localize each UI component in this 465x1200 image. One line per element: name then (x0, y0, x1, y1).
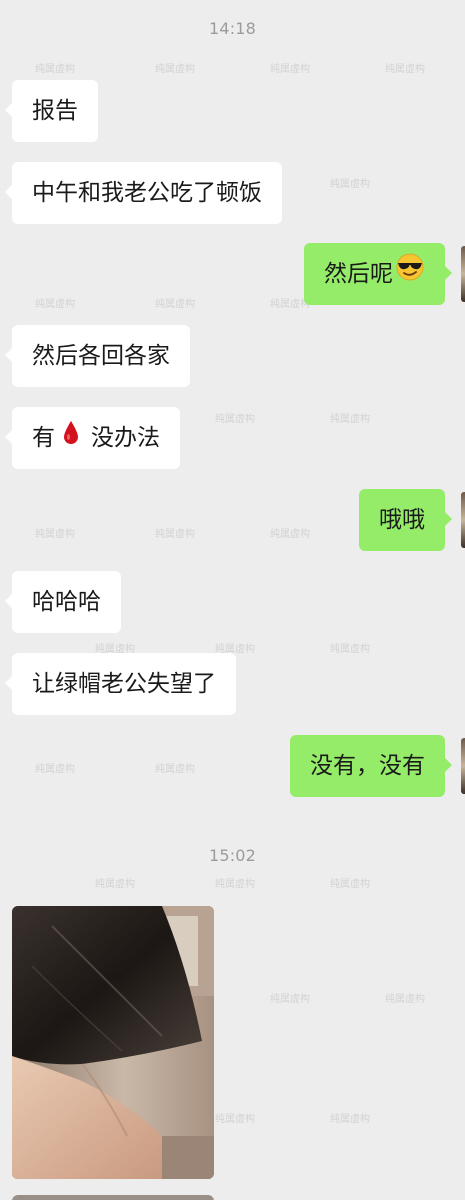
sunglasses-face-icon (395, 244, 425, 306)
message-incoming[interactable]: 有 没办法 (5, 407, 180, 470)
message-bubble[interactable]: 然后各回各家 (5, 325, 190, 387)
watermark: 纯属虚构 (35, 764, 75, 775)
message-text: 没有，没有 (310, 753, 425, 779)
message-text: 然后呢 (324, 261, 393, 287)
timestamp: 15:02 (208, 846, 257, 865)
blood-drop-icon (63, 408, 79, 470)
watermark: 纯属虚构 (330, 1114, 370, 1125)
watermark: 纯属虚构 (215, 879, 255, 890)
message-text: 报告 (32, 98, 78, 124)
avatar[interactable] (461, 738, 465, 794)
timestamp: 14:18 (208, 19, 257, 38)
message-bubble[interactable]: 然后呢 (304, 243, 452, 306)
message-text: 中午和我老公吃了顿饭 (32, 180, 262, 206)
watermark: 纯属虚构 (330, 414, 370, 425)
message-incoming[interactable]: 让绿帽老公失望了 (5, 653, 236, 715)
chat-view[interactable]: 纯属虚构 纯属虚构 纯属虚构 纯属虚构 纯属虚构 纯属虚构 纯属虚构 纯属虚构 … (0, 0, 465, 1200)
message-text: 有 (32, 425, 55, 451)
message-text: 让绿帽老公失望了 (32, 671, 216, 697)
watermark: 纯属虚构 (215, 414, 255, 425)
message-bubble[interactable]: 没有，没有 (290, 735, 452, 797)
message-text: 然后各回各家 (32, 343, 170, 369)
watermark: 纯属虚构 (155, 764, 195, 775)
message-incoming[interactable]: 哈哈哈 (5, 571, 121, 633)
message-bubble[interactable]: 让绿帽老公失望了 (5, 653, 236, 715)
watermark: 纯属虚构 (155, 529, 195, 540)
message-outgoing[interactable]: 然后呢 (304, 243, 452, 306)
message-outgoing[interactable]: 哦哦 (359, 489, 452, 551)
watermark: 纯属虚构 (270, 994, 310, 1005)
message-bubble[interactable]: 哈哈哈 (5, 571, 121, 633)
avatar[interactable] (461, 246, 465, 302)
photo-thumbnail (12, 906, 214, 1179)
message-bubble[interactable]: 报告 (5, 80, 98, 142)
watermark: 纯属虚构 (155, 64, 195, 75)
message-text: 哈哈哈 (32, 589, 101, 615)
watermark: 纯属虚构 (35, 529, 75, 540)
watermark: 纯属虚构 (330, 644, 370, 655)
message-incoming[interactable]: 中午和我老公吃了顿饭 (5, 162, 282, 224)
image-message[interactable] (12, 1195, 214, 1200)
message-incoming[interactable]: 然后各回各家 (5, 325, 190, 387)
message-bubble[interactable]: 哦哦 (359, 489, 452, 551)
watermark: 纯属虚构 (35, 64, 75, 75)
watermark: 纯属虚构 (385, 64, 425, 75)
watermark: 纯属虚构 (215, 1114, 255, 1125)
watermark: 纯属虚构 (35, 299, 75, 310)
watermark: 纯属虚构 (330, 879, 370, 890)
watermark: 纯属虚构 (270, 64, 310, 75)
avatar[interactable] (461, 492, 465, 548)
message-text: 没办法 (91, 425, 160, 451)
watermark: 纯属虚构 (270, 529, 310, 540)
watermark: 纯属虚构 (330, 179, 370, 190)
image-message[interactable] (12, 906, 214, 1179)
message-bubble[interactable]: 有 没办法 (5, 407, 180, 470)
message-incoming[interactable]: 报告 (5, 80, 98, 142)
message-bubble[interactable]: 中午和我老公吃了顿饭 (5, 162, 282, 224)
message-text: 哦哦 (379, 507, 425, 533)
message-outgoing[interactable]: 没有，没有 (290, 735, 452, 797)
watermark: 纯属虚构 (95, 879, 135, 890)
watermark: 纯属虚构 (155, 299, 195, 310)
watermark: 纯属虚构 (385, 994, 425, 1005)
